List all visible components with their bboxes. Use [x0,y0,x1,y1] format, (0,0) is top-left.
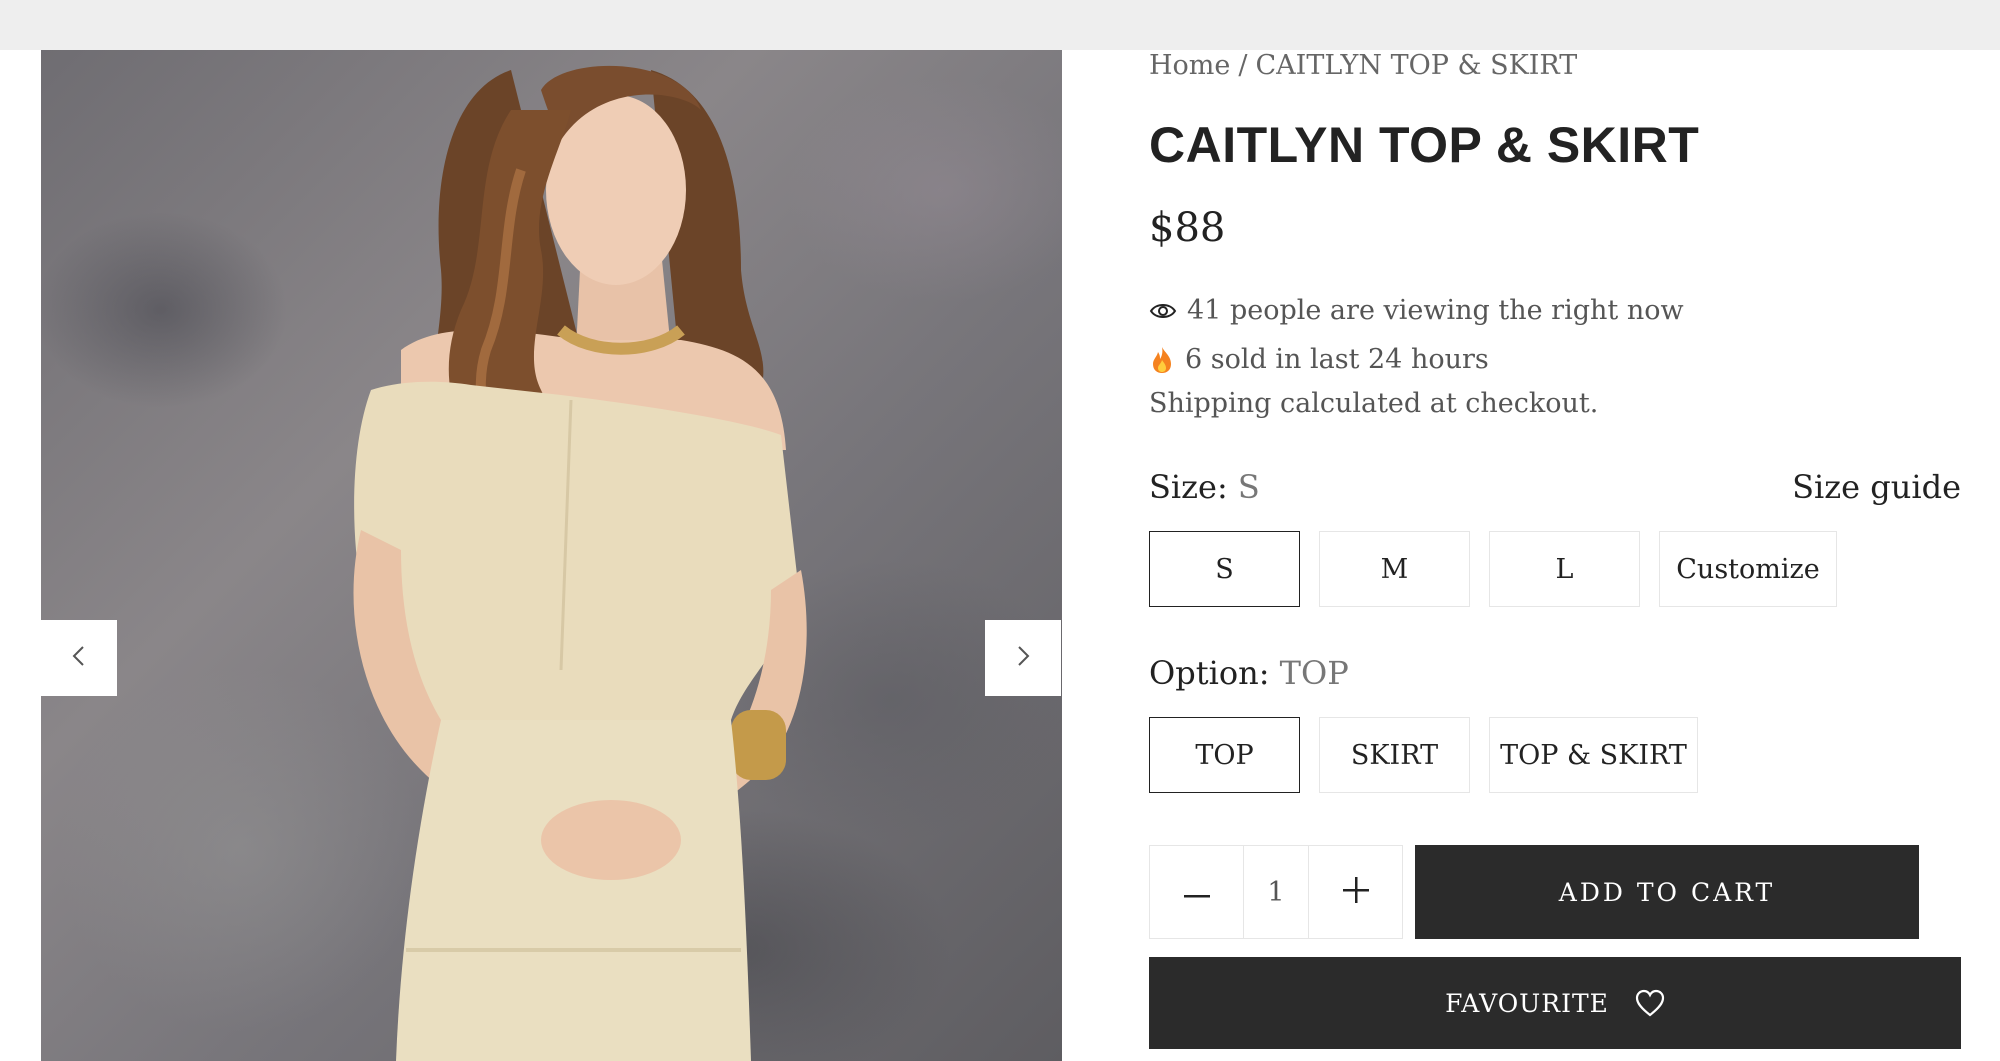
product-price: $88 [1149,205,1226,251]
fire-icon [1149,346,1175,374]
viewing-count: 41 people are viewing the right now [1149,295,1684,326]
option-label: Option: TOP [1149,654,1349,692]
favourite-button[interactable]: FAVOURITE [1149,957,1961,1049]
size-option-m[interactable]: M [1319,531,1470,607]
breadcrumb-separator: / [1238,50,1248,81]
size-option-l[interactable]: L [1489,531,1640,607]
heart-icon [1635,989,1665,1017]
product-title: CAITLYN TOP & SKIRT [1149,117,1700,173]
chevron-right-icon [1015,645,1031,671]
quantity-stepper: 1 [1149,845,1403,939]
option-top[interactable]: TOP [1149,717,1300,793]
plus-icon [1342,877,1369,907]
quantity-decrease-button[interactable] [1150,846,1243,938]
sold-count: 6 sold in last 24 hours [1149,344,1489,375]
minus-icon [1183,883,1210,902]
option-skirt[interactable]: SKIRT [1319,717,1470,793]
option-selected-value: TOP [1279,654,1349,692]
gallery-prev-button[interactable] [41,620,117,696]
sold-text: 6 sold in last 24 hours [1185,344,1489,375]
size-options: S M L Customize [1149,531,1837,607]
product-photo [353,65,807,1061]
size-selected-value: S [1237,468,1260,506]
breadcrumb-home-link[interactable]: Home [1149,50,1230,81]
size-option-customize[interactable]: Customize [1659,531,1837,607]
chevron-left-icon [71,645,87,671]
gallery-next-button[interactable] [985,620,1061,696]
quantity-increase-button[interactable] [1309,846,1402,938]
eye-icon [1149,301,1177,321]
favourite-label: FAVOURITE [1445,988,1609,1018]
breadcrumb: Home / CAITLYN TOP & SKIRT [1149,50,1577,81]
add-to-cart-button[interactable]: ADD TO CART [1415,845,1919,939]
option-label-text: Option: [1149,654,1270,692]
size-option-s[interactable]: S [1149,531,1300,607]
product-options: TOP SKIRT TOP & SKIRT [1149,717,1698,793]
size-label: Size: S [1149,468,1260,506]
top-bar [0,0,2000,50]
option-top-and-skirt[interactable]: TOP & SKIRT [1489,717,1698,793]
breadcrumb-current: CAITLYN TOP & SKIRT [1255,50,1578,81]
shipping-note: Shipping calculated at checkout. [1149,388,1599,419]
size-label-text: Size: [1149,468,1228,506]
size-guide-link[interactable]: Size guide [1792,468,1961,506]
product-image-gallery[interactable] [41,50,1062,1061]
quantity-input[interactable]: 1 [1243,846,1309,938]
viewing-text: 41 people are viewing the right now [1187,295,1684,326]
